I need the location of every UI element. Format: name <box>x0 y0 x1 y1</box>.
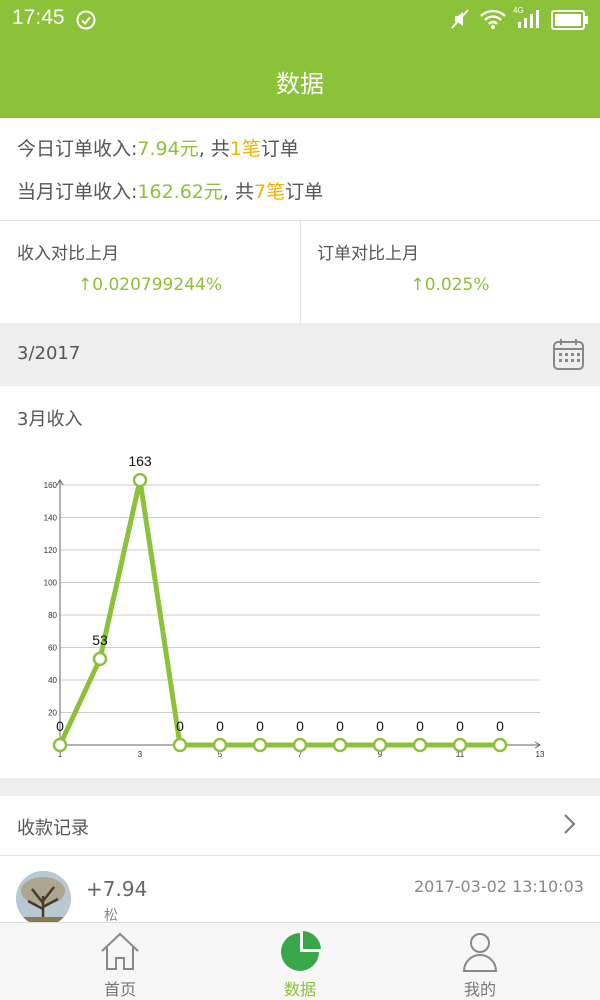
page-title: 数据 <box>276 70 324 98</box>
data-point <box>132 472 148 488</box>
tab-data[interactable]: 数据 <box>200 923 400 1000</box>
tab-bar: 首页 数据 我的 <box>0 922 600 1000</box>
data-point <box>372 737 388 753</box>
battery-icon <box>551 10 589 34</box>
record-time: 2017-03-02 13:10:03 <box>414 877 584 896</box>
data-label: 0 <box>176 718 184 734</box>
record-amount: +7.94 <box>86 877 148 901</box>
y-tick-label: 80 <box>48 611 57 620</box>
income-compare-value: ↑0.020799244% <box>78 275 222 295</box>
signal-icon: 4G <box>512 4 546 34</box>
today-prefix: 今日订单收入: <box>17 138 138 160</box>
data-label: 0 <box>56 718 64 734</box>
today-mid: , 共 <box>198 138 230 160</box>
tab-mine[interactable]: 我的 <box>380 923 580 1000</box>
month-prefix: 当月订单收入: <box>17 181 138 203</box>
pie-chart-icon <box>278 929 322 977</box>
status-bar: 17:45 4G <box>0 0 600 40</box>
y-tick-label: 60 <box>48 644 57 653</box>
data-point <box>252 737 268 753</box>
records-label: 收款记录 <box>17 818 89 839</box>
records-header[interactable]: 收款记录 <box>0 796 600 856</box>
data-point <box>452 737 468 753</box>
data-label: 0 <box>496 718 504 734</box>
today-count: 1笔 <box>229 138 261 160</box>
app-bar: 数据 <box>0 40 600 118</box>
mute-icon <box>450 8 470 34</box>
data-label: 0 <box>256 718 264 734</box>
data-label: 0 <box>216 718 224 734</box>
y-tick-label: 140 <box>44 514 58 523</box>
divider <box>0 855 600 856</box>
y-tick-label: 20 <box>48 709 57 718</box>
income-line-chart: 204060801001201401601 3 5 7 9 11 130531630 0 0 0 0… <box>44 453 545 759</box>
data-point <box>172 737 188 753</box>
data-label: 0 <box>376 718 384 734</box>
y-tick-label: 120 <box>44 546 58 555</box>
tab-home[interactable]: 首页 <box>20 923 220 1000</box>
status-time: 17:45 <box>12 6 65 29</box>
data-point <box>332 737 348 753</box>
order-compare: 订单对比上月 ↑0.025% <box>300 221 600 323</box>
data-point <box>492 737 508 753</box>
user-icon <box>458 929 502 977</box>
data-point <box>412 737 428 753</box>
tab-data-label: 数据 <box>283 980 316 999</box>
data-point <box>292 737 308 753</box>
data-label: 0 <box>336 718 344 734</box>
home-icon <box>98 929 142 977</box>
y-tick-label: 40 <box>48 676 57 685</box>
check-circle-icon <box>76 10 96 34</box>
data-label: 163 <box>128 453 152 469</box>
calendar-icon[interactable] <box>552 338 585 375</box>
selected-date: 3/2017 <box>17 343 81 364</box>
series-line <box>57 479 500 748</box>
data-label: 0 <box>416 718 424 734</box>
tab-mine-label: 我的 <box>463 980 496 999</box>
month-suffix: 订单 <box>285 181 324 203</box>
avatar <box>16 871 71 926</box>
data-label: 53 <box>92 632 108 648</box>
tab-home-label: 首页 <box>103 980 136 999</box>
data-point <box>52 737 68 753</box>
y-tick-label: 160 <box>44 481 58 490</box>
data-point <box>212 737 228 753</box>
data-label: 0 <box>296 718 304 734</box>
order-compare-label: 订单对比上月 <box>317 244 419 264</box>
month-amount: 162.62元 <box>137 181 223 203</box>
y-tick-label: 100 <box>44 579 58 588</box>
chart-title: 3月收入 <box>17 409 83 430</box>
order-compare-value: ↑0.025% <box>410 275 490 295</box>
month-mid: , 共 <box>222 181 254 203</box>
section-gap <box>0 778 600 796</box>
income-compare-label: 收入对比上月 <box>17 244 119 264</box>
month-count: 7笔 <box>253 181 286 203</box>
x-tick-label: 13 <box>536 750 545 759</box>
date-bar: 3/2017 <box>0 323 600 386</box>
month-income-line: 当月订单收入:162.62元, 共7笔订单 <box>17 177 323 204</box>
data-point <box>92 651 108 667</box>
chevron-right-icon <box>563 812 577 840</box>
wifi-icon <box>480 8 506 34</box>
network-label: 4G <box>513 6 524 15</box>
income-compare: 收入对比上月 ↑0.020799244% <box>0 221 300 323</box>
today-amount: 7.94元 <box>137 138 199 160</box>
x-tick-label: 3 <box>138 750 143 759</box>
data-label: 0 <box>456 718 464 734</box>
today-income-line: 今日订单收入:7.94元, 共1笔订单 <box>17 134 299 161</box>
list-item[interactable]: +7.94 松 2017-03-02 13:10:03 <box>0 857 600 927</box>
today-suffix: 订单 <box>260 138 299 160</box>
